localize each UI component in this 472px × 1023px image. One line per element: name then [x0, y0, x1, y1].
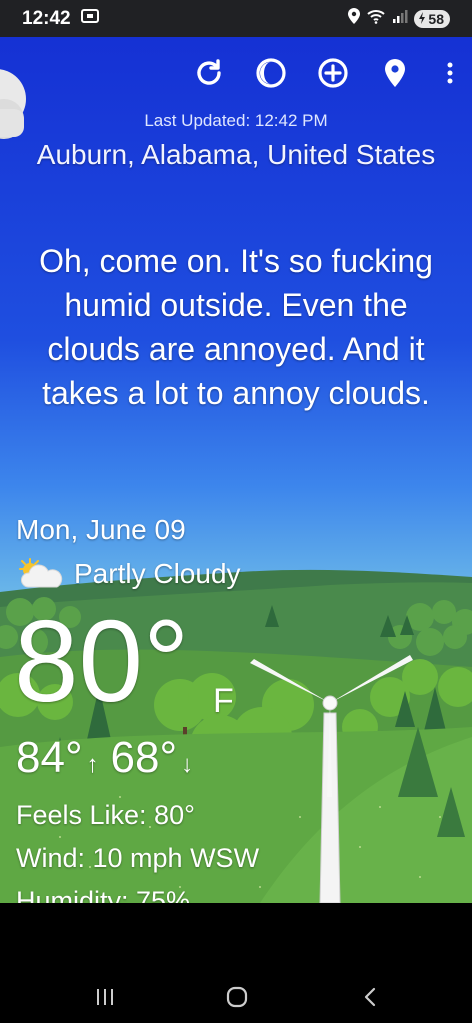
add-circle-icon: [318, 58, 348, 88]
forecast-date: Mon, June 09: [16, 514, 186, 545]
current-temperature: 80°: [14, 596, 190, 726]
screenshot-icon: [80, 8, 99, 30]
theme-button[interactable]: [254, 56, 288, 90]
refresh-button[interactable]: [192, 56, 226, 90]
location-pin-icon: [385, 59, 405, 87]
status-time: 12:42: [22, 7, 71, 29]
condition-label: Partly Cloudy: [74, 558, 241, 589]
signal-icon: [392, 9, 408, 28]
back-icon: [364, 987, 376, 1007]
location-button[interactable]: [378, 56, 412, 90]
location-title[interactable]: Auburn, Alabama, United States: [0, 139, 472, 171]
moon-icon: [256, 58, 286, 88]
recent-apps-button[interactable]: [85, 985, 125, 1009]
temperature-unit[interactable]: F: [213, 682, 234, 721]
back-button[interactable]: [350, 985, 390, 1009]
recent-apps-icon: [97, 989, 113, 1005]
wifi-icon: [366, 8, 386, 29]
snarky-forecast-text: Oh, come on. It's so fucking humid outsi…: [39, 243, 433, 411]
battery-indicator: 58: [414, 9, 450, 28]
condition-row: Partly Cloudy: [16, 557, 241, 591]
weather-scene: Last Updated: 12:42 PM Auburn, Alabama, …: [0, 37, 472, 903]
refresh-icon: [197, 59, 221, 85]
add-location-button[interactable]: [316, 56, 350, 90]
wind-text: Wind: 10 mph WSW: [16, 843, 260, 873]
feels-like-text: Feels Like: 80°: [16, 800, 195, 830]
high-low-row: 84° ↑ 68° ↓: [16, 733, 193, 783]
last-updated-text: Last Updated: 12:42 PM: [144, 111, 328, 130]
battery-level: 58: [428, 10, 444, 27]
toolbar: [192, 55, 460, 91]
partly-cloudy-icon: [19, 558, 63, 588]
navigation-bar: [0, 903, 472, 1023]
home-button[interactable]: [217, 985, 257, 1009]
low-temperature: 68°: [110, 733, 178, 782]
home-icon: [226, 986, 248, 1008]
arrow-up-icon: ↑: [86, 751, 99, 778]
status-bar: 12:42 58: [0, 0, 472, 37]
arrow-down-icon: ↓: [181, 751, 194, 778]
location-status-icon: [348, 8, 361, 29]
high-temperature: 84°: [16, 733, 83, 782]
more-vert-icon: [447, 62, 453, 84]
overflow-menu-button[interactable]: [440, 56, 460, 90]
humidity-text: Humidity: 75%: [16, 886, 191, 903]
battery-icon: [418, 11, 426, 27]
